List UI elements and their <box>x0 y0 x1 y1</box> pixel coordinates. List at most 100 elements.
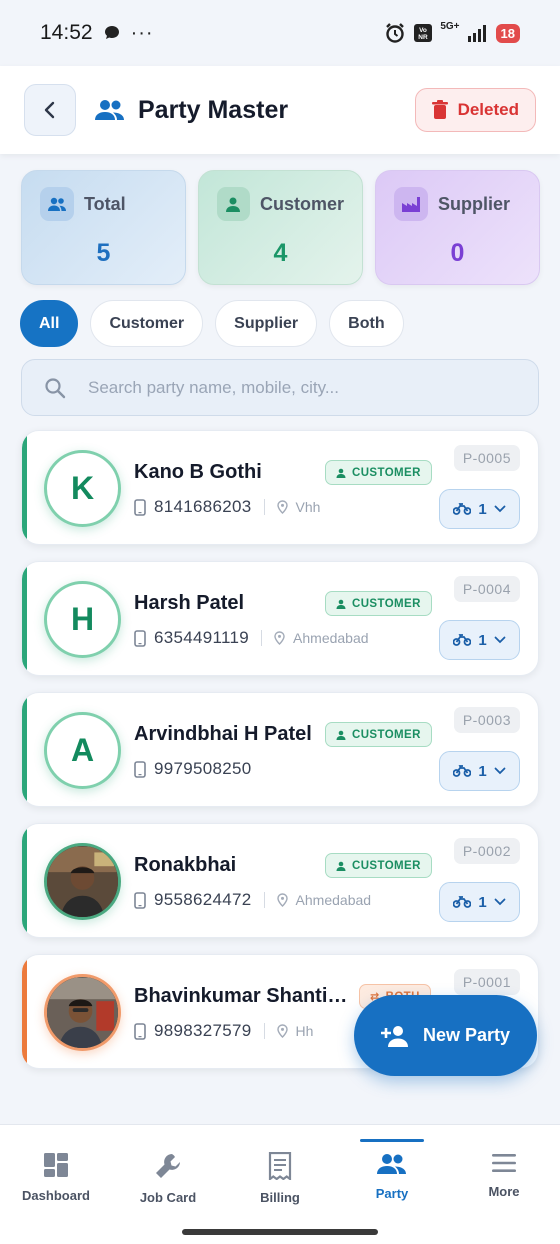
factory-icon <box>394 187 428 221</box>
svg-text:NR: NR <box>419 34 429 41</box>
filter-chip-all[interactable]: All <box>20 300 79 347</box>
chevron-down-icon <box>494 636 506 644</box>
party-city: Hh <box>295 1023 314 1039</box>
phone-icon <box>134 629 146 647</box>
party-id: P-0003 <box>453 707 520 733</box>
party-name: Harsh Patel <box>134 592 245 614</box>
party-city: Vhh <box>295 499 321 515</box>
filter-chip-customer[interactable]: Customer <box>90 300 204 347</box>
more-notifications-icon: ··· <box>130 21 154 44</box>
battery-indicator: 18 <box>495 23 520 43</box>
avatar: H <box>44 581 121 658</box>
stat-total-label: Total <box>84 193 126 214</box>
type-badge: CUSTOMER <box>325 591 432 616</box>
nav-item-party[interactable]: Party <box>336 1125 448 1244</box>
menu-icon <box>492 1154 516 1172</box>
party-phone[interactable]: 6354491119 <box>154 628 249 648</box>
search-input[interactable] <box>88 377 508 398</box>
vehicle-count: 1 <box>478 500 487 518</box>
stat-customer-label: Customer <box>259 193 344 214</box>
party-card[interactable]: A Arvindbhai H Patel CUSTOMER 9979508250… <box>21 692 539 807</box>
vehicles-dropdown[interactable]: 1 <box>439 882 520 922</box>
nav-item-dashboard[interactable]: Dashboard <box>0 1125 112 1244</box>
card-accent <box>22 955 27 1068</box>
people-icon <box>95 100 124 120</box>
person-icon <box>217 187 250 221</box>
phone-icon <box>134 1022 146 1040</box>
motorcycle-icon <box>453 503 472 515</box>
deleted-button[interactable]: Deleted <box>414 88 536 132</box>
vehicles-dropdown[interactable]: 1 <box>439 620 520 660</box>
chevron-down-icon <box>494 898 506 906</box>
person-icon <box>336 861 346 871</box>
party-phone[interactable]: 9979508250 <box>154 759 252 779</box>
stat-total-value: 5 <box>96 239 111 267</box>
divider <box>263 892 265 908</box>
svg-text:Vo: Vo <box>419 27 427 34</box>
party-name: Kano B Gothi <box>134 461 262 483</box>
deleted-button-label: Deleted <box>457 100 519 119</box>
party-id: P-0001 <box>453 969 520 995</box>
motorcycle-icon <box>453 896 472 908</box>
nav-label: Party <box>375 1186 409 1201</box>
location-pin-icon <box>274 631 285 645</box>
signal-icon <box>467 25 486 42</box>
search-bar <box>21 359 539 416</box>
filter-chip-both[interactable]: Both <box>329 300 404 347</box>
party-phone[interactable]: 9558624472 <box>154 890 252 910</box>
back-button[interactable] <box>24 84 76 136</box>
phone-icon <box>134 760 146 778</box>
stat-supplier-label: Supplier <box>438 193 511 214</box>
type-badge-label: CUSTOMER <box>352 597 421 610</box>
avatar: K <box>44 450 121 527</box>
people-icon <box>377 1154 406 1174</box>
stat-card-customer[interactable]: Customer 4 <box>198 170 363 285</box>
nav-item-job-card[interactable]: Job Card <box>112 1125 224 1244</box>
party-phone[interactable]: 8141686203 <box>154 497 252 517</box>
vehicles-dropdown[interactable]: 1 <box>439 751 520 791</box>
party-card[interactable]: Ronakbhai CUSTOMER 9558624472 Ahmedabad … <box>21 823 539 938</box>
page-title: Party Master <box>138 95 289 124</box>
nav-label: More <box>488 1184 520 1199</box>
party-meta: 9898327579 Hh <box>134 1021 313 1041</box>
location-pin-icon <box>276 1024 288 1038</box>
party-name: Bhavinkumar Shantil... <box>134 985 349 1007</box>
add-person-icon <box>380 1025 408 1047</box>
party-card[interactable]: K Kano B Gothi CUSTOMER 8141686203 Vhh P… <box>21 430 539 545</box>
card-accent <box>22 431 27 544</box>
nav-item-more[interactable]: More <box>448 1125 560 1244</box>
location-pin-icon <box>276 500 288 514</box>
vehicle-count: 1 <box>478 631 487 649</box>
nav-label: Billing <box>260 1190 300 1205</box>
vehicle-count: 1 <box>478 762 487 780</box>
stat-customer-value: 4 <box>273 239 288 267</box>
motorcycle-icon <box>453 634 472 646</box>
people-icon <box>40 187 74 221</box>
party-city: Ahmedabad <box>295 892 372 908</box>
nav-item-billing[interactable]: Billing <box>224 1125 336 1244</box>
party-card[interactable]: H Harsh Patel CUSTOMER 6354491119 Ahmeda… <box>21 561 539 676</box>
volte-icon: VoNR <box>414 24 433 42</box>
vehicles-dropdown[interactable]: 1 <box>439 489 520 529</box>
divider <box>263 499 265 515</box>
stat-card-supplier[interactable]: Supplier 0 <box>375 170 540 285</box>
bottom-nav: Dashboard Job Card Billing Party More <box>0 1124 560 1244</box>
party-meta: 9558624472 Ahmedabad <box>134 890 371 910</box>
person-icon <box>336 599 346 609</box>
stat-supplier-value: 0 <box>450 239 465 267</box>
new-party-button[interactable]: New Party <box>354 995 537 1076</box>
party-city: Ahmedabad <box>293 630 369 646</box>
vehicle-count: 1 <box>478 893 487 911</box>
party-phone[interactable]: 9898327579 <box>154 1021 252 1041</box>
type-badge: CUSTOMER <box>325 853 432 878</box>
avatar-photo <box>44 843 121 920</box>
filter-chip-supplier[interactable]: Supplier <box>215 300 318 347</box>
new-party-label: New Party <box>422 1025 511 1045</box>
stats-row: Total 5 Customer 4 Supplier 0 <box>21 170 540 285</box>
card-accent <box>22 824 27 937</box>
receipt-icon <box>268 1152 292 1180</box>
app-header: Party Master Deleted <box>0 66 560 154</box>
person-icon <box>336 468 346 478</box>
stat-card-total[interactable]: Total 5 <box>21 170 186 285</box>
home-indicator[interactable] <box>182 1229 378 1235</box>
